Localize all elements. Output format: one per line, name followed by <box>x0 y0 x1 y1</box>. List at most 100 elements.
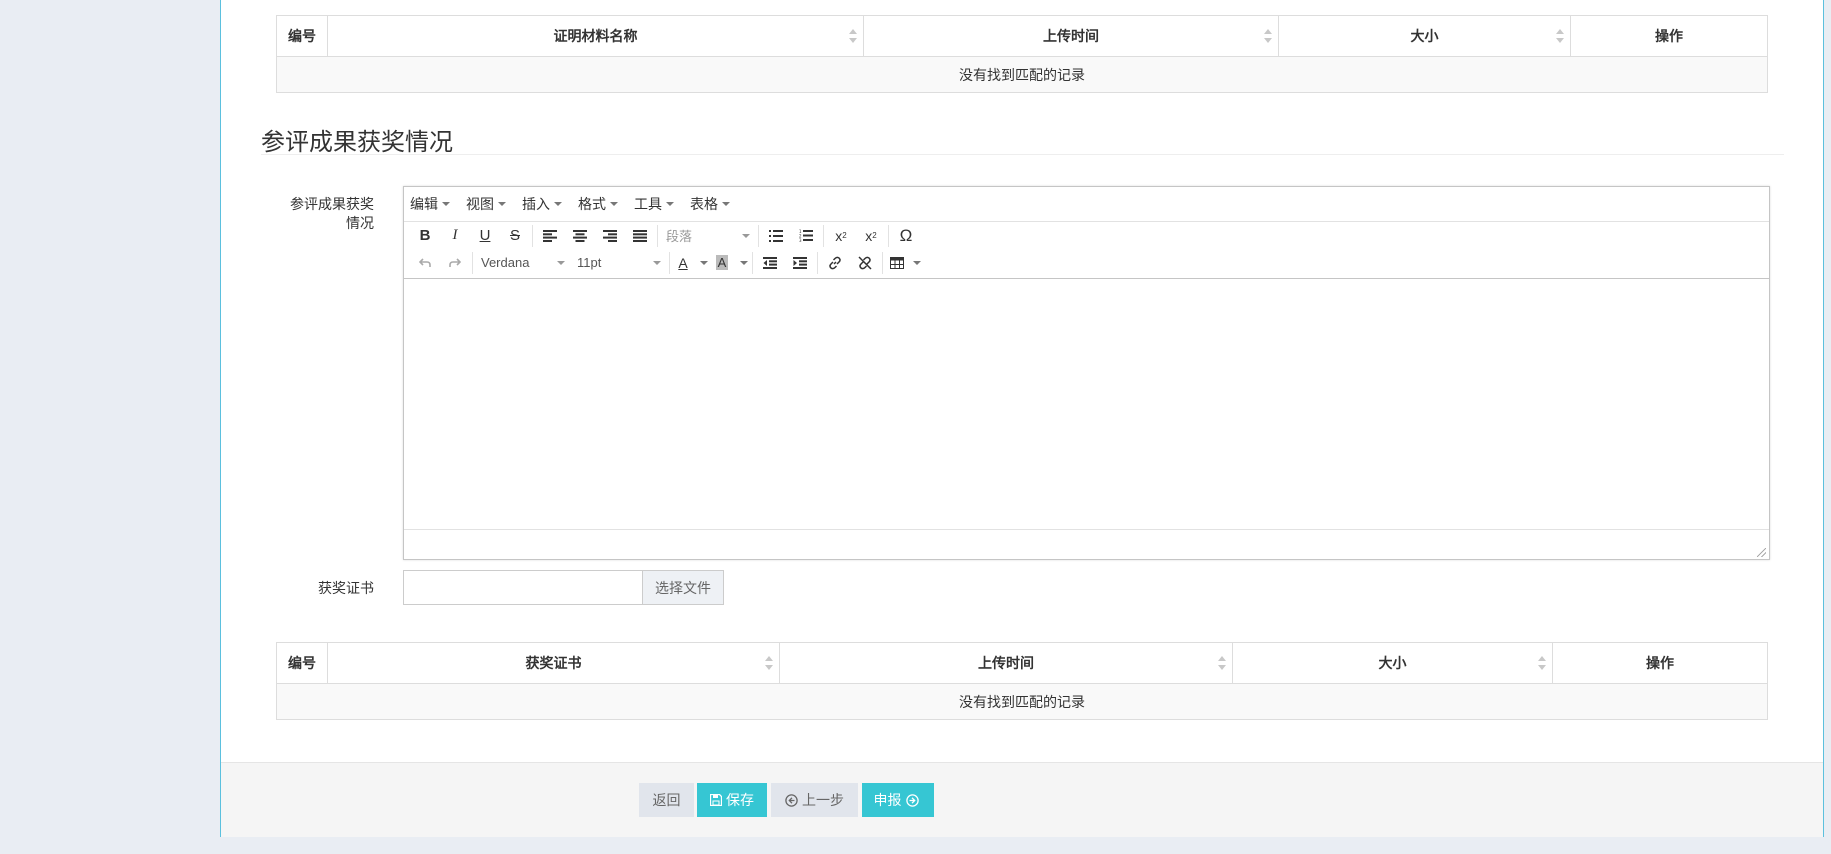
superscript-icon[interactable]: x2 <box>856 224 886 248</box>
empty-message: 没有找到匹配的记录 <box>276 683 1768 720</box>
toolbar-separator <box>888 224 889 247</box>
align-center-icon[interactable] <box>565 224 595 248</box>
undo-icon[interactable] <box>410 251 440 275</box>
previous-step-button[interactable]: 上一步 <box>771 783 858 817</box>
arrow-circle-left-icon <box>785 793 798 807</box>
align-left-icon[interactable] <box>535 224 565 248</box>
table-row: 没有找到匹配的记录 <box>276 56 1768 93</box>
arrow-circle-right-icon <box>905 793 919 807</box>
paragraph-format-select[interactable]: 段落 <box>660 224 756 248</box>
table-header-row: 编号 获奖证书 上传时间 大小 操作 <box>276 642 1768 684</box>
indent-icon[interactable] <box>785 251 815 275</box>
toolbar-separator <box>532 224 533 247</box>
align-right-icon[interactable] <box>595 224 625 248</box>
text-color-icon[interactable]: A <box>672 251 694 275</box>
toolbar-separator <box>823 224 824 247</box>
save-icon <box>710 794 722 806</box>
certificate-label: 获奖证书 <box>318 580 374 596</box>
col-number: 编号 <box>276 15 328 57</box>
subscript-icon[interactable]: x2 <box>826 224 856 248</box>
outdent-icon[interactable] <box>755 251 785 275</box>
numbered-list-icon[interactable]: 123 <box>791 224 821 248</box>
save-button-label: 保存 <box>726 792 754 808</box>
svg-text:3: 3 <box>799 238 802 242</box>
toolbar-separator <box>669 251 670 274</box>
sort-icon[interactable] <box>1538 656 1546 670</box>
previous-step-label: 上一步 <box>802 792 844 808</box>
empty-message: 没有找到匹配的记录 <box>276 56 1768 93</box>
sort-icon[interactable] <box>1556 29 1564 43</box>
sort-icon[interactable] <box>849 29 857 43</box>
special-char-icon[interactable]: Ω <box>891 224 921 248</box>
redo-icon[interactable] <box>440 251 470 275</box>
toolbar-row: Verdana 11pt A A <box>404 249 1769 276</box>
col-material-name[interactable]: 证明材料名称 <box>327 15 864 57</box>
back-button-label: 返回 <box>652 792 681 808</box>
toolbar-separator <box>472 251 473 274</box>
strikethrough-icon[interactable]: S <box>500 224 530 248</box>
editor-statusbar <box>404 530 1769 560</box>
caret-down-icon <box>666 202 674 206</box>
unlink-icon[interactable] <box>850 251 880 275</box>
col-size[interactable]: 大小 <box>1278 15 1571 57</box>
col-actions: 操作 <box>1552 642 1768 684</box>
col-number: 编号 <box>276 642 328 684</box>
form-actions-bar <box>221 762 1823 837</box>
caret-down-icon <box>913 260 921 265</box>
toolbar-separator <box>657 224 658 247</box>
sort-icon[interactable] <box>765 656 773 670</box>
col-upload-time[interactable]: 上传时间 <box>779 642 1233 684</box>
text-color-dropdown[interactable] <box>694 251 710 275</box>
table-row: 没有找到匹配的记录 <box>276 683 1768 720</box>
caret-down-icon <box>554 202 562 206</box>
italic-icon[interactable]: I <box>440 224 470 248</box>
rich-text-editor: 编辑 视图 插入 格式 工具 表格 B I U S 段落 1 2 3 x 2 x… <box>403 186 1770 560</box>
background-color-dropdown[interactable] <box>734 251 750 275</box>
toolbar-separator <box>882 251 883 274</box>
caret-down-icon <box>700 260 708 265</box>
editor-content-area[interactable] <box>404 279 1769 530</box>
align-justify-icon[interactable] <box>625 224 655 248</box>
caret-down-icon <box>653 260 661 265</box>
awards-label: 参评成果获奖情况 <box>290 196 374 231</box>
file-path-input[interactable] <box>403 570 643 605</box>
menu-insert[interactable]: 插入 <box>522 194 562 214</box>
back-button[interactable]: 返回 <box>639 783 694 817</box>
caret-down-icon <box>610 202 618 206</box>
choose-file-button[interactable]: 选择文件 <box>642 570 724 605</box>
underline-icon[interactable]: U <box>470 224 500 248</box>
section-title: 参评成果获奖情况 <box>261 129 453 156</box>
col-certificate[interactable]: 获奖证书 <box>327 642 780 684</box>
materials-table: 编号 证明材料名称 上传时间 大小 操作 没有找到匹配的记录 <box>276 15 1768 93</box>
editor-toolbar: B I U S 段落 1 2 3 x 2 x 2 Ω Verdana 11pt … <box>404 222 1769 279</box>
resize-handle-icon[interactable] <box>1757 548 1766 557</box>
caret-down-icon <box>742 233 750 238</box>
col-upload-time[interactable]: 上传时间 <box>863 15 1279 57</box>
bold-icon[interactable]: B <box>410 224 440 248</box>
caret-down-icon <box>740 260 748 265</box>
toolbar-separator <box>817 251 818 274</box>
submit-button[interactable]: 申报 <box>862 783 934 817</box>
col-size[interactable]: 大小 <box>1232 642 1553 684</box>
caret-down-icon <box>722 202 730 206</box>
menu-edit[interactable]: 编辑 <box>410 194 450 214</box>
save-button[interactable]: 保存 <box>697 783 767 817</box>
font-family-select[interactable]: Verdana <box>475 251 571 275</box>
font-size-select[interactable]: 11pt <box>571 251 667 275</box>
menu-view[interactable]: 视图 <box>466 194 506 214</box>
background-color-icon[interactable]: A <box>710 251 734 275</box>
bullet-list-icon[interactable] <box>761 224 791 248</box>
toolbar-separator <box>752 251 753 274</box>
col-actions: 操作 <box>1570 15 1768 57</box>
sort-icon[interactable] <box>1218 656 1226 670</box>
caret-down-icon <box>557 260 565 265</box>
table-dropdown[interactable] <box>909 251 921 275</box>
editor-menubar: 编辑 视图 插入 格式 工具 表格 <box>404 187 1769 222</box>
caret-down-icon <box>442 202 450 206</box>
menu-tools[interactable]: 工具 <box>634 194 674 214</box>
menu-format[interactable]: 格式 <box>578 194 618 214</box>
link-icon[interactable] <box>820 251 850 275</box>
menu-table[interactable]: 表格 <box>690 194 730 214</box>
sort-icon[interactable] <box>1264 29 1272 43</box>
table-icon[interactable] <box>885 251 909 275</box>
